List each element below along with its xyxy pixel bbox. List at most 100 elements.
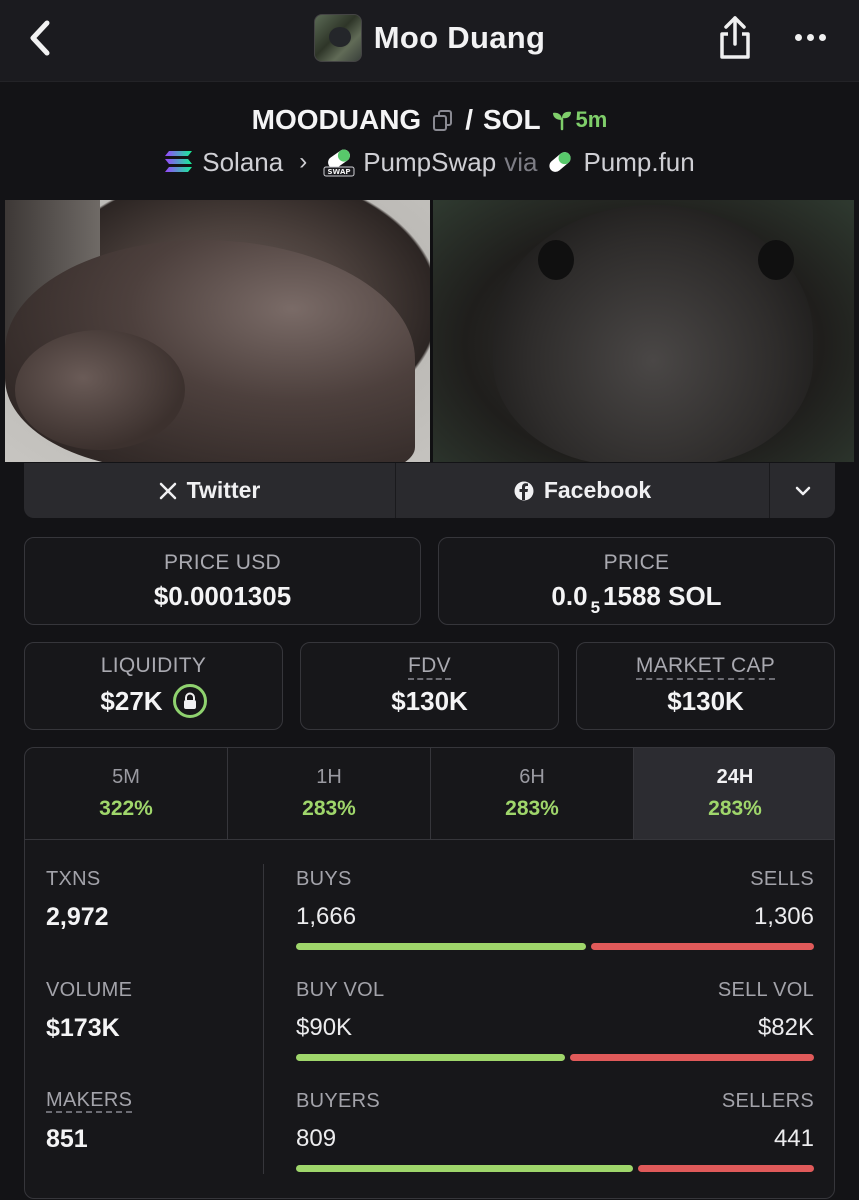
liquidity-card: LIQUIDITY $27K — [24, 642, 283, 730]
tab-1h[interactable]: 1H 283% — [228, 748, 431, 839]
tab-24h[interactable]: 24H 283% — [634, 748, 834, 839]
price-suffix: 1588 SOL — [603, 580, 722, 611]
solana-icon — [165, 151, 193, 172]
sells-value: 1,306 — [753, 903, 814, 930]
copy-icon[interactable] — [431, 108, 455, 132]
via-text: via — [504, 146, 538, 177]
twitter-label: Twitter — [186, 477, 261, 503]
fdv-card: FDV $130K — [300, 642, 559, 730]
token-header-image — [5, 200, 854, 462]
price-usd-label: PRICE USD — [163, 550, 282, 574]
market-cap-label[interactable]: MARKET CAP — [635, 655, 776, 680]
price-native-card: PRICE 0.0 5 1588 SOL — [438, 537, 835, 625]
tab-change: 283% — [708, 797, 762, 820]
social-links: Twitter Facebook — [24, 463, 835, 518]
twitter-button[interactable]: Twitter — [24, 463, 396, 518]
sell-vol-value: $82K — [757, 1014, 814, 1041]
tab-label: 24H — [716, 766, 754, 788]
buyers-sellers-bar — [296, 1165, 814, 1172]
top-nav-bar: Moo Duang — [0, 0, 859, 82]
facebook-label: Facebook — [543, 477, 652, 503]
tab-5m[interactable]: 5M 322% — [25, 748, 228, 839]
buyers-sellers-split: BUYERS SELLERS 809 441 — [296, 1090, 814, 1172]
market-cap-card: MARKET CAP $130K — [576, 642, 835, 730]
tab-6h[interactable]: 6H 283% — [431, 748, 634, 839]
chevron-down-icon — [795, 486, 810, 495]
tab-change: 283% — [505, 797, 559, 820]
facebook-button[interactable]: Facebook — [396, 463, 770, 518]
timeframe-stats-panel: 5M 322% 1H 283% 6H 283% 24H 283% TXNS 2,… — [24, 747, 835, 1199]
buyers-label: BUYERS — [296, 1090, 381, 1112]
sells-label: SELLS — [750, 868, 814, 890]
pair-age-badge: 5m — [551, 107, 608, 133]
buyers-value: 809 — [296, 1125, 337, 1152]
buys-sells-split: BUYS SELLS 1,666 1,306 — [296, 868, 814, 950]
buy-vol-bar — [296, 1054, 566, 1061]
breadcrumb: Solana › SWAP PumpSwap via Pump.fun — [0, 142, 859, 182]
pill-icon — [549, 152, 572, 172]
tab-change: 322% — [99, 797, 153, 820]
liquidity-locked-badge[interactable] — [172, 684, 207, 718]
launchpad-link[interactable]: Pump.fun — [583, 147, 694, 178]
buyers-bar — [296, 1165, 633, 1172]
fdv-value: $130K — [391, 685, 468, 716]
price-prefix: 0.0 — [551, 580, 588, 611]
chevron-right-icon: › — [299, 148, 308, 175]
tab-label: 6H — [519, 766, 545, 788]
more-options-button[interactable] — [786, 22, 834, 52]
sellers-label: SELLERS — [721, 1090, 814, 1112]
tab-label: 1H — [316, 766, 342, 788]
buys-bar — [296, 943, 587, 950]
txns-label: TXNS — [46, 868, 101, 890]
sellers-value: 441 — [773, 1125, 814, 1152]
dex-link[interactable]: PumpSwap — [363, 147, 496, 178]
pair-base-symbol: MOODUANG — [251, 104, 422, 135]
more-links-dropdown[interactable] — [770, 463, 835, 518]
sprout-icon — [552, 111, 571, 131]
buy-vol-label: BUY VOL — [296, 979, 385, 1001]
makers-stat: MAKERS 851 — [46, 1090, 256, 1154]
pumpswap-icon: SWAP — [323, 149, 355, 177]
makers-label[interactable]: MAKERS — [46, 1090, 133, 1113]
token-avatar — [313, 14, 362, 62]
liquidity-value-row: $27K — [100, 684, 207, 718]
pair-separator: / — [465, 104, 473, 135]
lock-icon — [183, 692, 196, 709]
tab-change: 283% — [302, 797, 356, 820]
tab-label: 5M — [112, 766, 140, 788]
buys-sells-bar — [296, 943, 814, 950]
liquidity-value: $27K — [100, 685, 163, 716]
price-usd-value: $0.0001305 — [153, 580, 292, 611]
price-native-label: PRICE — [603, 550, 670, 574]
price-zero-count: 5 — [590, 597, 601, 617]
pair-header: MOODUANG / SOL 5m — [0, 100, 859, 140]
swap-badge-text: SWAP — [328, 168, 351, 176]
chain-link[interactable]: Solana — [202, 147, 283, 178]
txns-value: 2,972 — [46, 903, 109, 931]
sell-vol-bar — [570, 1054, 814, 1061]
buy-sell-volume-split: BUY VOL SELL VOL $90K $82K — [296, 979, 814, 1061]
facebook-icon — [514, 481, 534, 500]
txns-stat: TXNS 2,972 — [46, 868, 256, 932]
page-title: Moo Duang — [373, 20, 546, 55]
pair-quote-symbol: SOL — [482, 104, 541, 135]
buy-sell-vol-bar — [296, 1054, 814, 1061]
timeframe-tabs: 5M 322% 1H 283% 6H 283% 24H 283% — [25, 748, 834, 840]
buys-label: BUYS — [296, 868, 352, 890]
makers-value: 851 — [46, 1125, 88, 1153]
more-horizontal-icon — [794, 33, 802, 41]
share-icon — [720, 16, 750, 59]
volume-label: VOLUME — [46, 979, 133, 1001]
pair-age-text: 5m — [575, 107, 608, 132]
share-button[interactable] — [712, 12, 758, 62]
sell-vol-label: SELL VOL — [717, 979, 814, 1001]
fdv-label[interactable]: FDV — [408, 655, 451, 680]
hippo-photo-right — [433, 200, 854, 462]
stats-divider — [263, 864, 264, 1174]
liquidity-label: LIQUIDITY — [100, 654, 207, 677]
volume-value: $173K — [46, 1014, 120, 1042]
price-native-value: 0.0 5 1588 SOL — [551, 580, 722, 617]
price-usd-card: PRICE USD $0.0001305 — [24, 537, 421, 625]
volume-stat: VOLUME $173K — [46, 979, 256, 1043]
buy-vol-value: $90K — [296, 1014, 353, 1041]
